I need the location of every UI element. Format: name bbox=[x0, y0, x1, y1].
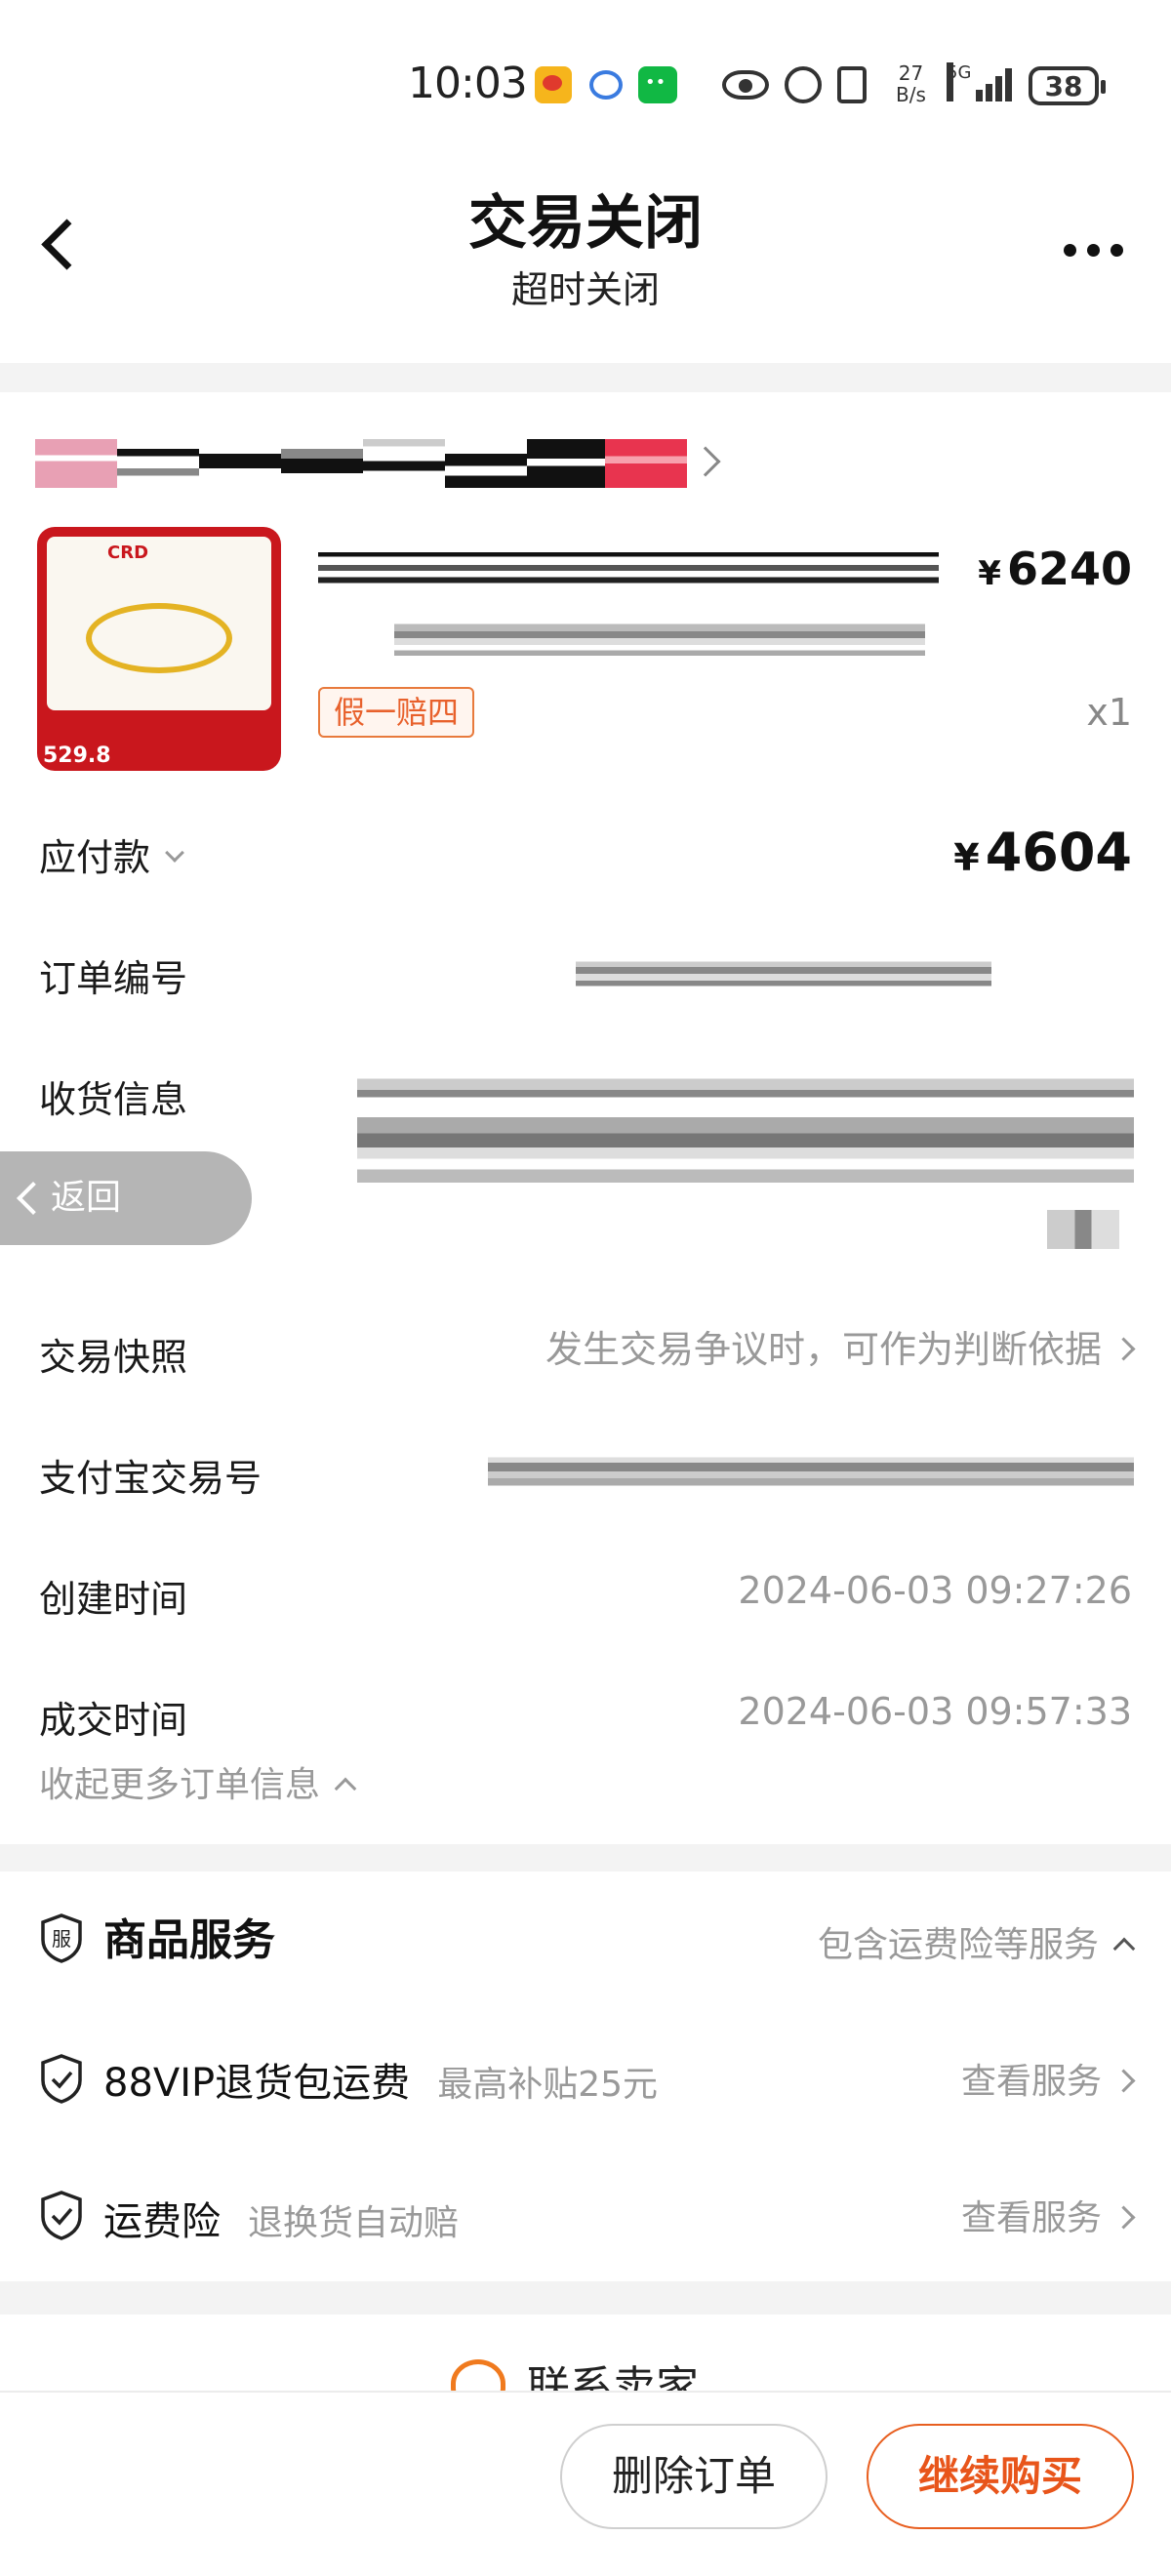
service-shipping-insurance-name: 运费险 bbox=[103, 2199, 221, 2244]
product-quantity: x1 bbox=[1086, 691, 1132, 734]
alarm-icon bbox=[785, 66, 822, 103]
vibrate-icon bbox=[837, 66, 867, 103]
amount-due-currency: ¥ bbox=[953, 836, 980, 879]
amount-due-row[interactable]: 应付款 bbox=[39, 827, 184, 881]
view-service-shipping-insurance-link[interactable]: 查看服务 bbox=[960, 2190, 1136, 2240]
order-number-redacted[interactable] bbox=[576, 956, 991, 991]
section-divider bbox=[0, 2281, 1171, 2314]
product-image[interactable]: CRD 529.8 bbox=[37, 527, 281, 771]
product-price-value: 6240 bbox=[1006, 543, 1132, 595]
chevron-down-icon bbox=[165, 842, 184, 863]
network-speed-unit: B/s bbox=[896, 83, 926, 106]
service-vip-return-desc: 最高补贴25元 bbox=[437, 2065, 658, 2105]
status-bar: 10:03 27 B/s 5G 38 bbox=[0, 0, 1171, 146]
page-header: 交易关闭 超时关闭 bbox=[0, 146, 1171, 361]
collapse-order-info-button[interactable]: 收起更多订单信息 bbox=[39, 1756, 357, 1807]
product-sku-redacted bbox=[394, 621, 925, 656]
trade-snapshot-label: 交易快照 bbox=[39, 1336, 188, 1379]
alipay-trade-no-label: 支付宝交易号 bbox=[39, 1457, 262, 1500]
deal-time-value: 2024-06-03 09:57:33 bbox=[738, 1690, 1132, 1733]
trade-snapshot-value: 发生交易争议时，可作为判断依据 bbox=[545, 1328, 1102, 1371]
collapse-order-info-label: 收起更多订单信息 bbox=[39, 1765, 321, 1805]
services-summary-toggle[interactable]: 包含运费险等服务 bbox=[817, 1916, 1136, 1967]
trade-snapshot-link[interactable]: 发生交易争议时，可作为判断依据 bbox=[545, 1319, 1136, 1373]
product-image-brand: CRD bbox=[107, 543, 149, 563]
created-time-label: 创建时间 bbox=[39, 1578, 188, 1621]
continue-purchase-button[interactable]: 继续购买 bbox=[867, 2424, 1134, 2529]
services-summary: 包含运费险等服务 bbox=[817, 1925, 1099, 1965]
created-time-value: 2024-06-03 09:27:26 bbox=[738, 1569, 1132, 1612]
shield-check-icon bbox=[41, 2191, 82, 2240]
view-service-label: 查看服务 bbox=[960, 2062, 1102, 2102]
chevron-right-icon bbox=[1111, 2068, 1136, 2093]
chevron-right-icon bbox=[690, 446, 721, 477]
chevron-right-icon bbox=[1111, 2204, 1136, 2230]
page-subtitle: 超时关闭 bbox=[510, 268, 660, 311]
deal-time-label: 成交时间 bbox=[39, 1699, 188, 1742]
network-speed-value: 27 bbox=[898, 61, 924, 85]
shield-check-icon bbox=[41, 2054, 82, 2104]
service-vip-return: 88VIP退货包运费 最高补贴25元 bbox=[103, 2051, 658, 2108]
network-type: 5G bbox=[947, 62, 971, 101]
floating-back-button[interactable]: 返回 bbox=[0, 1151, 252, 1245]
service-shipping-insurance: 运费险 退换货自动赔 bbox=[103, 2190, 459, 2246]
status-time: 10:03 bbox=[408, 59, 528, 108]
service-vip-return-name: 88VIP退货包运费 bbox=[103, 2061, 411, 2106]
chat-bubble-icon bbox=[589, 70, 623, 100]
store-name-redacted[interactable] bbox=[35, 439, 687, 488]
chevron-up-icon bbox=[334, 1777, 357, 1800]
service-shipping-insurance-desc: 退换货自动赔 bbox=[248, 2203, 460, 2243]
amount-due-value: 4604 bbox=[985, 822, 1132, 883]
weibo-icon bbox=[535, 66, 572, 103]
product-image-price: 529.8 bbox=[43, 744, 111, 768]
section-divider bbox=[0, 1844, 1171, 1872]
services-title: 商品服务 bbox=[103, 1915, 275, 1965]
product-currency: ¥ bbox=[978, 554, 1001, 593]
bottom-action-bar: 删除订单 继续购买 bbox=[0, 2391, 1171, 2576]
chevron-up-icon bbox=[1112, 1937, 1136, 1960]
network-speed: 27 B/s bbox=[896, 62, 926, 105]
product-title-redacted[interactable] bbox=[318, 548, 939, 589]
bracelet-image bbox=[86, 603, 232, 673]
amount-due: ¥4604 bbox=[953, 822, 1132, 883]
signal-icon: 5G bbox=[947, 62, 1017, 101]
amount-due-label: 应付款 bbox=[39, 836, 151, 879]
shipping-phone-redacted bbox=[1025, 1210, 1136, 1249]
alipay-trade-no-redacted[interactable] bbox=[488, 1454, 1134, 1489]
contact-seller-button[interactable]: 联系卖家 bbox=[527, 2352, 699, 2391]
more-options-button[interactable] bbox=[1060, 240, 1130, 260]
shipping-info-redacted bbox=[357, 1073, 1134, 1183]
svg-text:服: 服 bbox=[52, 1927, 71, 1951]
product-price: ¥6240 bbox=[978, 543, 1132, 595]
chevron-right-icon bbox=[1111, 1337, 1136, 1361]
view-service-label: 查看服务 bbox=[960, 2198, 1102, 2238]
view-service-vip-return-link[interactable]: 查看服务 bbox=[960, 2053, 1136, 2104]
eye-icon bbox=[722, 70, 769, 100]
shipping-info-label: 收货信息 bbox=[39, 1078, 188, 1121]
order-number-label: 订单编号 bbox=[39, 957, 188, 1000]
page-title: 交易关闭 bbox=[468, 189, 703, 258]
section-divider bbox=[0, 363, 1171, 392]
battery-icon: 38 bbox=[1029, 66, 1106, 105]
delete-order-button[interactable]: 删除订单 bbox=[560, 2424, 828, 2529]
service-badge-icon: 服 bbox=[41, 1913, 82, 1963]
wechat-icon bbox=[638, 66, 677, 103]
fake-compensation-badge[interactable]: 假一赔四 bbox=[318, 687, 475, 738]
